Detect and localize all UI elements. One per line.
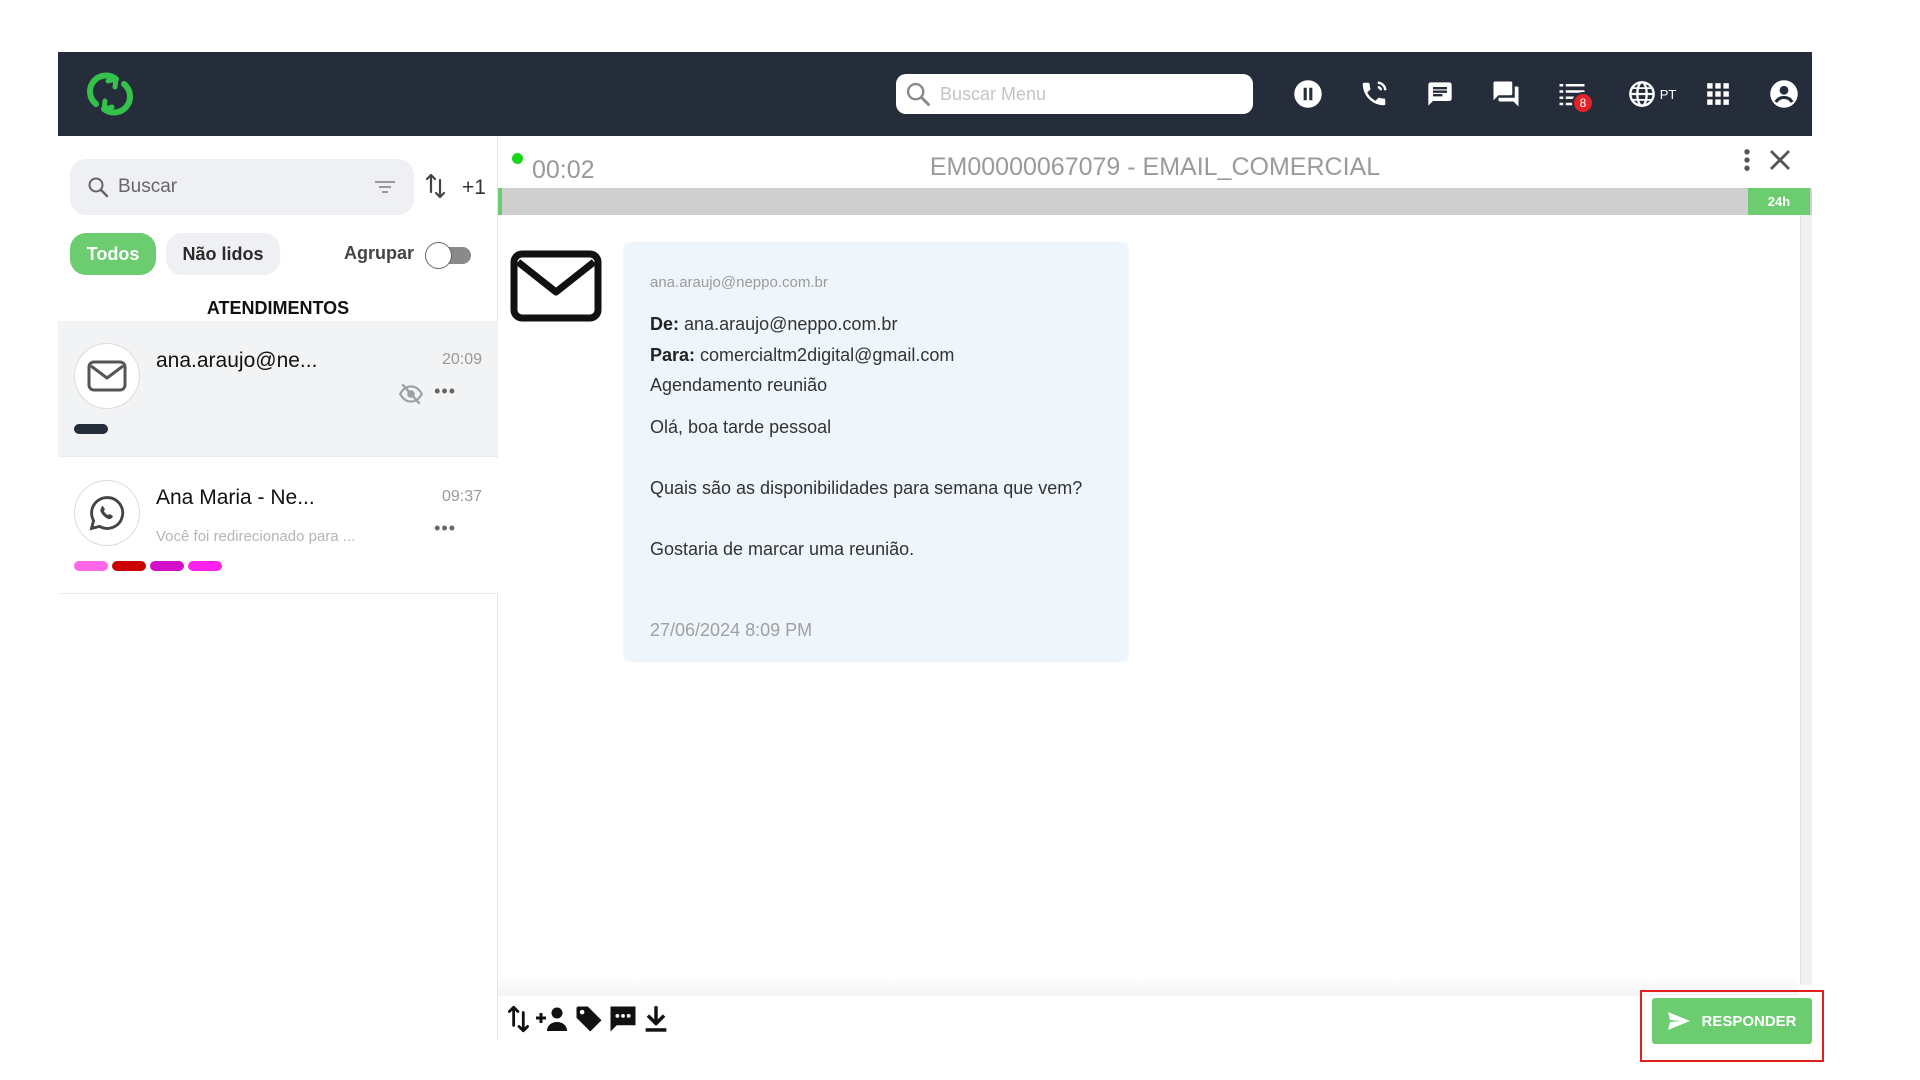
menu-search-box[interactable]: [896, 74, 1253, 114]
sla-progress-fill: [498, 188, 502, 215]
conversation-list-panel: +1 Todos Não lidos Agrupar ATENDIMENTOS …: [58, 136, 498, 1040]
phone-button[interactable]: [1354, 74, 1394, 114]
composer-divider: [498, 976, 1798, 996]
template-message-icon[interactable]: [608, 1004, 638, 1034]
chat-toolbar: [506, 1004, 670, 1034]
pause-icon: [1294, 80, 1322, 108]
conversation-time: 20:09: [441, 351, 482, 368]
filter-icon[interactable]: [372, 175, 398, 204]
filter-unread-chip[interactable]: Não lidos: [166, 233, 280, 275]
group-toggle-label: Agrupar: [344, 243, 415, 263]
app-logo[interactable]: [86, 70, 134, 118]
more-vert-icon[interactable]: [1740, 146, 1754, 179]
message-body-line: Quais são as disponibilidades para seman…: [650, 478, 1083, 498]
send-icon: [1668, 1012, 1691, 1030]
tag-chip: [74, 561, 108, 571]
close-icon[interactable]: [1766, 146, 1794, 179]
language-button[interactable]: PT: [1622, 74, 1682, 114]
conversation-preview: Você foi redirecionado para ...: [156, 528, 356, 545]
from-label: De:: [650, 314, 680, 334]
pause-button[interactable]: [1288, 74, 1328, 114]
message-subject: Agendamento reunião: [650, 375, 828, 395]
tasks-count-badge: 8: [1572, 92, 1594, 114]
chats-button[interactable]: [1486, 74, 1526, 114]
toggle-knob: [425, 242, 452, 269]
more-options-icon[interactable]: •••: [434, 381, 456, 402]
tag-icon[interactable]: [574, 1004, 604, 1034]
chat-icon: [1493, 81, 1519, 107]
plus-one-button[interactable]: +1: [462, 176, 486, 200]
message-icon: [1428, 82, 1452, 106]
account-button[interactable]: [1764, 74, 1804, 114]
reply-button-label: RESPONDER: [1701, 1012, 1797, 1030]
transfer-icon[interactable]: [506, 1004, 532, 1034]
message-to-line: Para: comercialtm2digital@gmail.com: [650, 345, 954, 366]
message-date: 27/06/2024 8:09 PM: [650, 620, 813, 640]
account-icon: [1770, 80, 1798, 108]
tag-chip: [112, 561, 146, 571]
sort-icon[interactable]: [424, 172, 448, 205]
filter-all-chip[interactable]: Todos: [70, 233, 156, 275]
messages-button[interactable]: [1420, 74, 1460, 114]
download-icon[interactable]: [642, 1004, 670, 1034]
message-sender: ana.araujo@neppo.com.br: [650, 274, 828, 291]
apps-button[interactable]: [1698, 74, 1738, 114]
message-from-line: De: ana.araujo@neppo.com.br: [650, 314, 897, 335]
conversation-time: 09:37: [441, 488, 482, 505]
email-message-bubble: ana.araujo@neppo.com.br De: ana.araujo@n…: [623, 242, 1129, 662]
menu-search-input[interactable]: [940, 83, 1240, 105]
top-bar: 8 PT: [58, 52, 1812, 136]
eye-off-icon[interactable]: [396, 381, 426, 412]
globe-icon: [1628, 81, 1655, 107]
conversation-item[interactable]: ana.araujo@ne... 20:09 •••: [58, 321, 498, 457]
more-options-icon[interactable]: •••: [434, 518, 456, 539]
email-icon: [87, 360, 127, 392]
conversation-name: Ana Maria - Ne...: [156, 486, 315, 509]
scrollbar[interactable]: [1800, 215, 1812, 985]
email-icon: [510, 250, 602, 327]
to-label: Para:: [650, 345, 696, 365]
conversation-tags: [74, 561, 222, 571]
phone-icon: [1362, 81, 1387, 106]
channel-avatar: [74, 480, 140, 546]
conversation-search-box[interactable]: [70, 159, 414, 215]
tag-chip: [188, 561, 222, 571]
app-window: 8 PT +1 Todos Não lidos Agrupar: [58, 52, 1824, 1062]
apps-grid-icon: [1707, 83, 1729, 105]
from-value: ana.araujo@neppo.com.br: [684, 314, 898, 334]
sla-badge: 24h: [1748, 188, 1810, 215]
conversation-name: ana.araujo@ne...: [156, 349, 318, 372]
search-icon: [906, 82, 930, 106]
conversation-tags: [74, 424, 108, 434]
chat-panel: 00:02 EM00000067079 - EMAIL_COMERCIAL 24…: [498, 136, 1812, 1040]
language-label: PT: [1659, 86, 1677, 102]
conversation-search-input[interactable]: [118, 176, 348, 198]
search-icon: [88, 177, 109, 198]
message-body-line: Gostaria de marcar uma reunião.: [650, 539, 915, 559]
tasks-button[interactable]: 8: [1552, 74, 1594, 114]
sla-progress-bar: 24h: [498, 188, 1812, 215]
section-title: ATENDIMENTOS: [206, 298, 350, 318]
whatsapp-icon: [89, 496, 125, 531]
conversation-item[interactable]: Ana Maria - Ne... 09:37 Você foi redirec…: [58, 458, 498, 594]
channel-avatar: [74, 343, 140, 409]
message-body-line: Olá, boa tarde pessoal: [650, 417, 832, 437]
tag-chip: [150, 561, 184, 571]
to-value: comercialtm2digital@gmail.com: [700, 345, 955, 365]
group-toggle[interactable]: [425, 242, 473, 269]
reply-button[interactable]: RESPONDER: [1652, 998, 1812, 1044]
tag-chip: [74, 424, 108, 434]
chat-title: EM00000067079 - EMAIL_COMERCIAL: [929, 153, 1381, 181]
add-participant-icon[interactable]: [536, 1005, 570, 1033]
